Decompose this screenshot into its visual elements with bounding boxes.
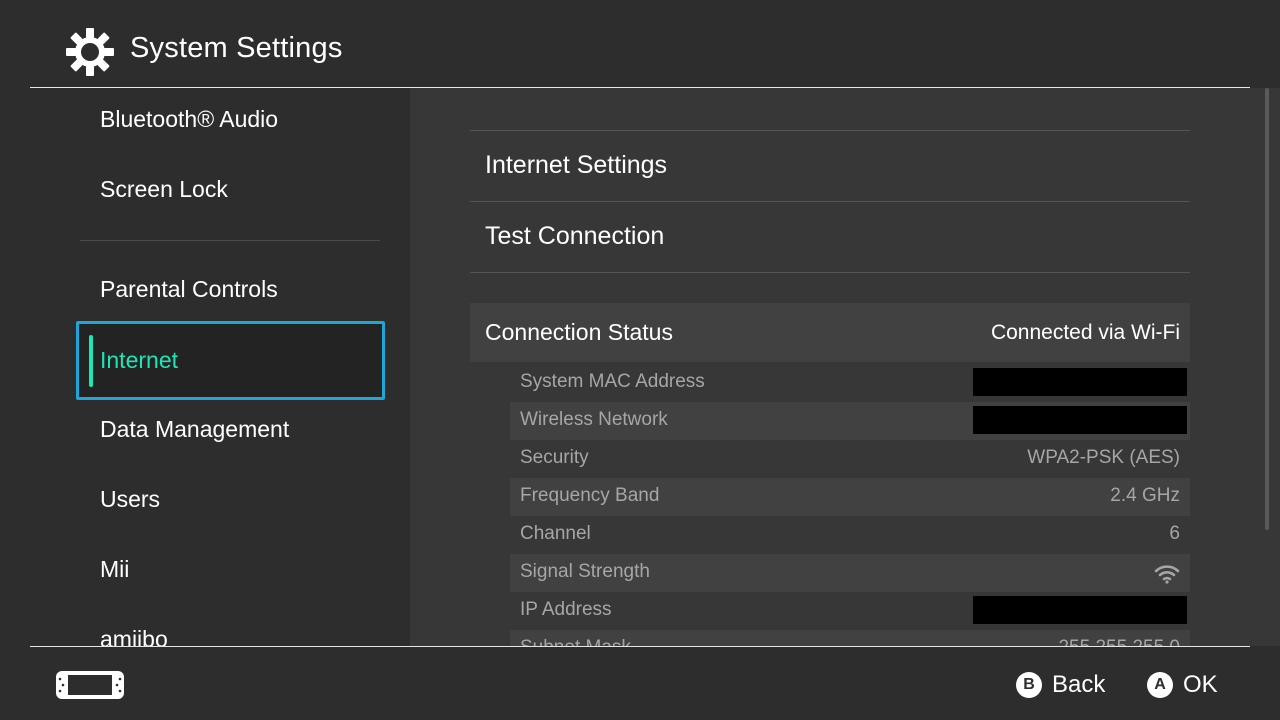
system-settings-screen: System Settings Bluetooth® Audio Screen … [0,0,1280,720]
b-button-icon: B [1016,672,1042,698]
a-button-icon: A [1147,672,1173,698]
sidebar-item-internet[interactable]: Internet [76,321,385,400]
sidebar-item-data-management[interactable]: Data Management [100,416,289,443]
sidebar-item-mii[interactable]: Mii [100,556,129,583]
header: System Settings [0,0,1280,88]
gear-icon [66,28,114,76]
divider [470,130,1190,131]
detail-label: IP Address [520,599,612,620]
sidebar: Bluetooth® Audio Screen Lock Parental Co… [0,88,410,646]
connection-status-label: Connection Status [485,319,673,345]
internet-settings-button[interactable]: Internet Settings [485,151,667,180]
redacted-value [973,406,1187,434]
sidebar-item-parental-controls[interactable]: Parental Controls [100,276,278,303]
detail-label: Signal Strength [520,561,650,582]
selection-indicator [89,335,93,387]
detail-row-frequency-band: Frequency Band 2.4 GHz [510,478,1190,516]
detail-label: System MAC Address [520,371,705,392]
sidebar-divider [80,240,380,241]
wifi-signal-icon [1154,565,1180,584]
connection-status-row: Connection Status Connected via Wi-Fi [470,303,1190,362]
detail-value: 2.4 GHz [1110,485,1180,506]
detail-value: 255.255.255.0 [1058,637,1180,646]
page-title: System Settings [130,32,343,64]
divider [470,272,1190,273]
detail-row-mac-address: System MAC Address [510,364,1190,402]
sidebar-item-bluetooth-audio[interactable]: Bluetooth® Audio [100,106,278,133]
detail-row-wireless-network: Wireless Network [510,402,1190,440]
detail-label: Subnet Mask [520,637,631,646]
detail-row-security: Security WPA2-PSK (AES) [510,440,1190,478]
detail-row-subnet-mask: Subnet Mask 255.255.255.0 [510,630,1190,646]
detail-label: Wireless Network [520,409,668,430]
sidebar-item-amiibo[interactable]: amiibo [100,626,168,646]
redacted-value [973,596,1187,624]
detail-value: 6 [1169,523,1180,544]
connection-status-value: Connected via Wi-Fi [990,321,1180,344]
sidebar-item-label: Internet [100,347,178,373]
test-connection-button[interactable]: Test Connection [485,222,664,251]
content-pane: Internet Settings Test Connection Connec… [410,88,1280,646]
footer-divider [30,646,1250,647]
scrollbar[interactable] [1265,88,1269,530]
detail-row-ip-address: IP Address [510,592,1190,630]
detail-row-signal-strength: Signal Strength [510,554,1190,592]
detail-row-channel: Channel 6 [510,516,1190,554]
detail-label: Security [520,447,589,468]
console-icon [56,671,124,699]
ok-button[interactable]: A OK [1147,668,1218,702]
sidebar-item-screen-lock[interactable]: Screen Lock [100,176,228,203]
ok-label: OK [1183,671,1218,698]
sidebar-item-users[interactable]: Users [100,486,160,513]
detail-value: WPA2-PSK (AES) [1027,447,1180,468]
divider [470,201,1190,202]
back-button[interactable]: B Back [1016,668,1105,702]
redacted-value [973,368,1187,396]
detail-label: Channel [520,523,591,544]
detail-label: Frequency Band [520,485,660,506]
back-label: Back [1052,671,1106,698]
